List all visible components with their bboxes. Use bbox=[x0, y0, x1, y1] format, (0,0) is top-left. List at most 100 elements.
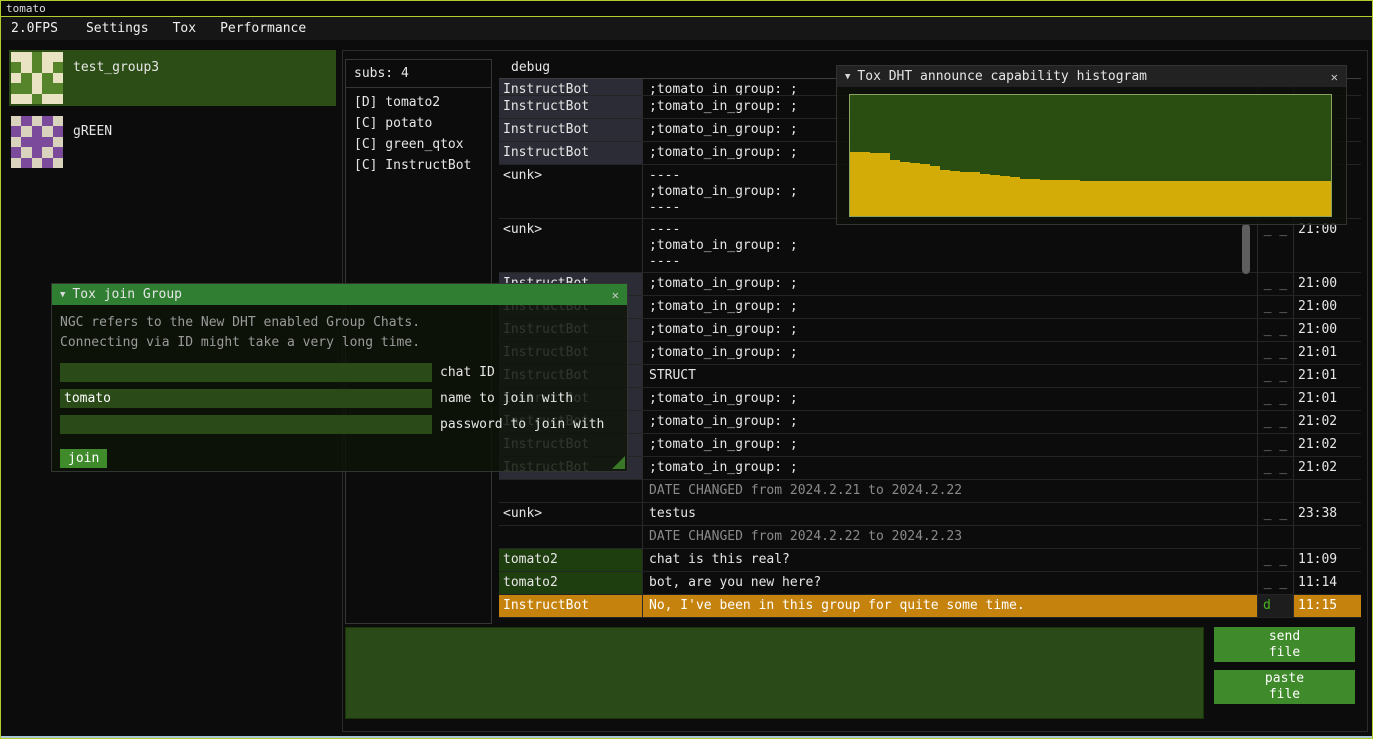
chat-row[interactable]: InstructBot;tomato_in_group: ;_ _21:02 bbox=[499, 411, 1361, 434]
chat-row[interactable]: InstructBot;tomato_in_group: ;_ _21:00 bbox=[499, 296, 1361, 319]
chat-row-message: ;tomato_in_group: ; bbox=[642, 296, 1257, 318]
chat-row[interactable]: InstructBot;tomato_in_group: ;_ _21:02 bbox=[499, 457, 1361, 480]
date-row: DATE CHANGED from 2024.2.21 to 2024.2.22 bbox=[499, 480, 1361, 503]
chat-scrollbar[interactable] bbox=[1242, 224, 1250, 274]
subs-count: subs: 4 bbox=[346, 60, 491, 88]
chat-row-status: _ _ bbox=[1257, 365, 1293, 387]
menu-item-tox[interactable]: Tox bbox=[161, 17, 208, 40]
chat-row-time: 23:38 bbox=[1293, 503, 1361, 525]
chat-row-name: <unk> bbox=[499, 219, 642, 272]
chat-row-time: 21:02 bbox=[1293, 434, 1361, 456]
close-icon[interactable]: ✕ bbox=[1331, 70, 1338, 84]
member-item[interactable]: [D] tomato2 bbox=[346, 92, 491, 113]
menu-item-performance[interactable]: Performance bbox=[208, 17, 318, 40]
join-info-line: Connecting via ID might take a very long… bbox=[60, 333, 619, 353]
chat-row-name: <unk> bbox=[499, 165, 642, 218]
group-name: gREEN bbox=[73, 116, 112, 168]
histogram-window-title: Tox DHT announce capability histogram bbox=[857, 69, 1323, 84]
window-title: tomato bbox=[1, 1, 1372, 17]
join-name-input[interactable] bbox=[60, 389, 432, 408]
chat-row-message: ;tomato_in_group: ; bbox=[642, 319, 1257, 341]
chat-row-message: ;tomato_in_group: ; bbox=[642, 457, 1257, 479]
date-row: DATE CHANGED from 2024.2.22 to 2024.2.23 bbox=[499, 526, 1361, 549]
group-item-green[interactable]: gREEN bbox=[9, 114, 336, 170]
chat-row[interactable]: InstructBot;tomato_in_group: ;_ _21:00 bbox=[499, 319, 1361, 342]
resize-grip[interactable] bbox=[612, 456, 625, 469]
menubar: 2.0FPSSettingsToxPerformance bbox=[1, 17, 1372, 40]
chat-row[interactable]: InstructBot;tomato_in_group: ;_ _21:01 bbox=[499, 342, 1361, 365]
tab-debug[interactable]: debug bbox=[499, 59, 550, 77]
group-item-test_group3[interactable]: test_group3 bbox=[9, 50, 336, 106]
collapse-icon[interactable]: ▼ bbox=[845, 72, 850, 82]
chat-row-time: 21:00 bbox=[1293, 319, 1361, 341]
collapse-icon[interactable]: ▼ bbox=[60, 290, 65, 300]
field-row-name: name to join with bbox=[60, 389, 619, 408]
chat-row[interactable]: InstructBotSTRUCT_ _21:01 bbox=[499, 365, 1361, 388]
join-group-window-titlebar[interactable]: ▼ Tox join Group ✕ bbox=[52, 284, 627, 305]
chat-row-name: InstructBot bbox=[499, 79, 642, 96]
join-password-input[interactable] bbox=[60, 415, 432, 434]
member-item[interactable]: [C] green_qtox bbox=[346, 134, 491, 155]
chat-row[interactable]: tomato2chat is this real?_ _11:09 bbox=[499, 549, 1361, 572]
chat-row-name: tomato2 bbox=[499, 549, 642, 571]
member-item[interactable]: [C] potato bbox=[346, 113, 491, 134]
chat-row-status: _ _ bbox=[1257, 219, 1293, 272]
join-group-window-title: Tox join Group bbox=[72, 287, 604, 302]
chat-row-status: _ _ bbox=[1257, 457, 1293, 479]
date-changed-text: DATE CHANGED from 2024.2.22 to 2024.2.23 bbox=[642, 526, 1257, 548]
chat-row-message: ;tomato_in_group: ; bbox=[642, 342, 1257, 364]
chat-row-time: 11:09 bbox=[1293, 549, 1361, 571]
paste-file-button[interactable]: paste file bbox=[1214, 670, 1355, 704]
group-avatar bbox=[11, 116, 63, 168]
chat-row-status: _ _ bbox=[1257, 411, 1293, 433]
join-button[interactable]: join bbox=[60, 449, 107, 468]
chat-row-name: InstructBot bbox=[499, 96, 642, 118]
member-item[interactable]: [C] InstructBot bbox=[346, 155, 491, 176]
chat-row-status: _ _ bbox=[1257, 388, 1293, 410]
field-row-chat-id: chat ID bbox=[60, 363, 619, 382]
chat-row-message: ---- ;tomato_in_group: ; ---- bbox=[642, 219, 1257, 272]
chat-row[interactable]: <unk>testus_ _23:38 bbox=[499, 503, 1361, 526]
menu-item-settings[interactable]: Settings bbox=[74, 17, 161, 40]
chat-row-time: 21:00 bbox=[1293, 219, 1361, 272]
chat-row-time: 21:02 bbox=[1293, 411, 1361, 433]
chat-row-status: _ _ bbox=[1257, 434, 1293, 456]
date-changed-text: DATE CHANGED from 2024.2.21 to 2024.2.22 bbox=[642, 480, 1257, 502]
chat-row-status: _ _ bbox=[1257, 572, 1293, 594]
chat-row-time: 21:01 bbox=[1293, 388, 1361, 410]
chat-row-message: No, I've been in this group for quite so… bbox=[642, 595, 1257, 617]
chat-row-name: tomato2 bbox=[499, 572, 642, 594]
chat-row[interactable]: InstructBot;tomato_in_group: ;_ _21:00 bbox=[499, 273, 1361, 296]
chat-row-message: chat is this real? bbox=[642, 549, 1257, 571]
chat-row[interactable]: InstructBot;tomato_in_group: ;_ _21:02 bbox=[499, 434, 1361, 457]
message-input[interactable] bbox=[345, 627, 1204, 719]
chat-row-status: _ _ bbox=[1257, 549, 1293, 571]
chat-row-time: 11:15 bbox=[1293, 595, 1361, 617]
chat-row-message: ;tomato_in_group: ; bbox=[642, 388, 1257, 410]
chat-row-time: 21:01 bbox=[1293, 365, 1361, 387]
chat-row-status: _ _ bbox=[1257, 342, 1293, 364]
chat-row-name: <unk> bbox=[499, 503, 642, 525]
histogram-window-titlebar[interactable]: ▼ Tox DHT announce capability histogram … bbox=[837, 66, 1346, 87]
chat-row[interactable]: InstructBot;tomato_in_group: ;_ _21:01 bbox=[499, 388, 1361, 411]
chat-row-status: _ _ bbox=[1257, 503, 1293, 525]
chat-row-message: bot, are you new here? bbox=[642, 572, 1257, 594]
send-file-button[interactable]: send file bbox=[1214, 627, 1355, 662]
chat-row-time: 21:00 bbox=[1293, 273, 1361, 295]
menu-item-20fps[interactable]: 2.0FPS bbox=[11, 17, 74, 40]
chat-row-message: ;tomato_in_group: ; bbox=[642, 273, 1257, 295]
chat-row-status: _ _ bbox=[1257, 273, 1293, 295]
chat-row-time: 21:00 bbox=[1293, 296, 1361, 318]
chat-id-input[interactable] bbox=[60, 363, 432, 382]
chat-row-name: InstructBot bbox=[499, 142, 642, 164]
histogram-window: ▼ Tox DHT announce capability histogram … bbox=[836, 65, 1347, 225]
chat-row-message: testus bbox=[642, 503, 1257, 525]
chat-row[interactable]: InstructBotNo, I've been in this group f… bbox=[499, 595, 1361, 618]
chat-row[interactable]: tomato2bot, are you new here?_ _11:14 bbox=[499, 572, 1361, 595]
app-window: tomato 2.0FPSSettingsToxPerformance test… bbox=[0, 0, 1373, 739]
chat-row-message: ;tomato_in_group: ; bbox=[642, 411, 1257, 433]
close-icon[interactable]: ✕ bbox=[612, 288, 619, 302]
member-list: [D] tomato2[C] potato[C] green_qtox[C] I… bbox=[346, 88, 491, 176]
join-group-body: NGC refers to the New DHT enabled Group … bbox=[52, 305, 627, 476]
chat-row[interactable]: <unk>---- ;tomato_in_group: ; ----_ _21:… bbox=[499, 219, 1361, 273]
